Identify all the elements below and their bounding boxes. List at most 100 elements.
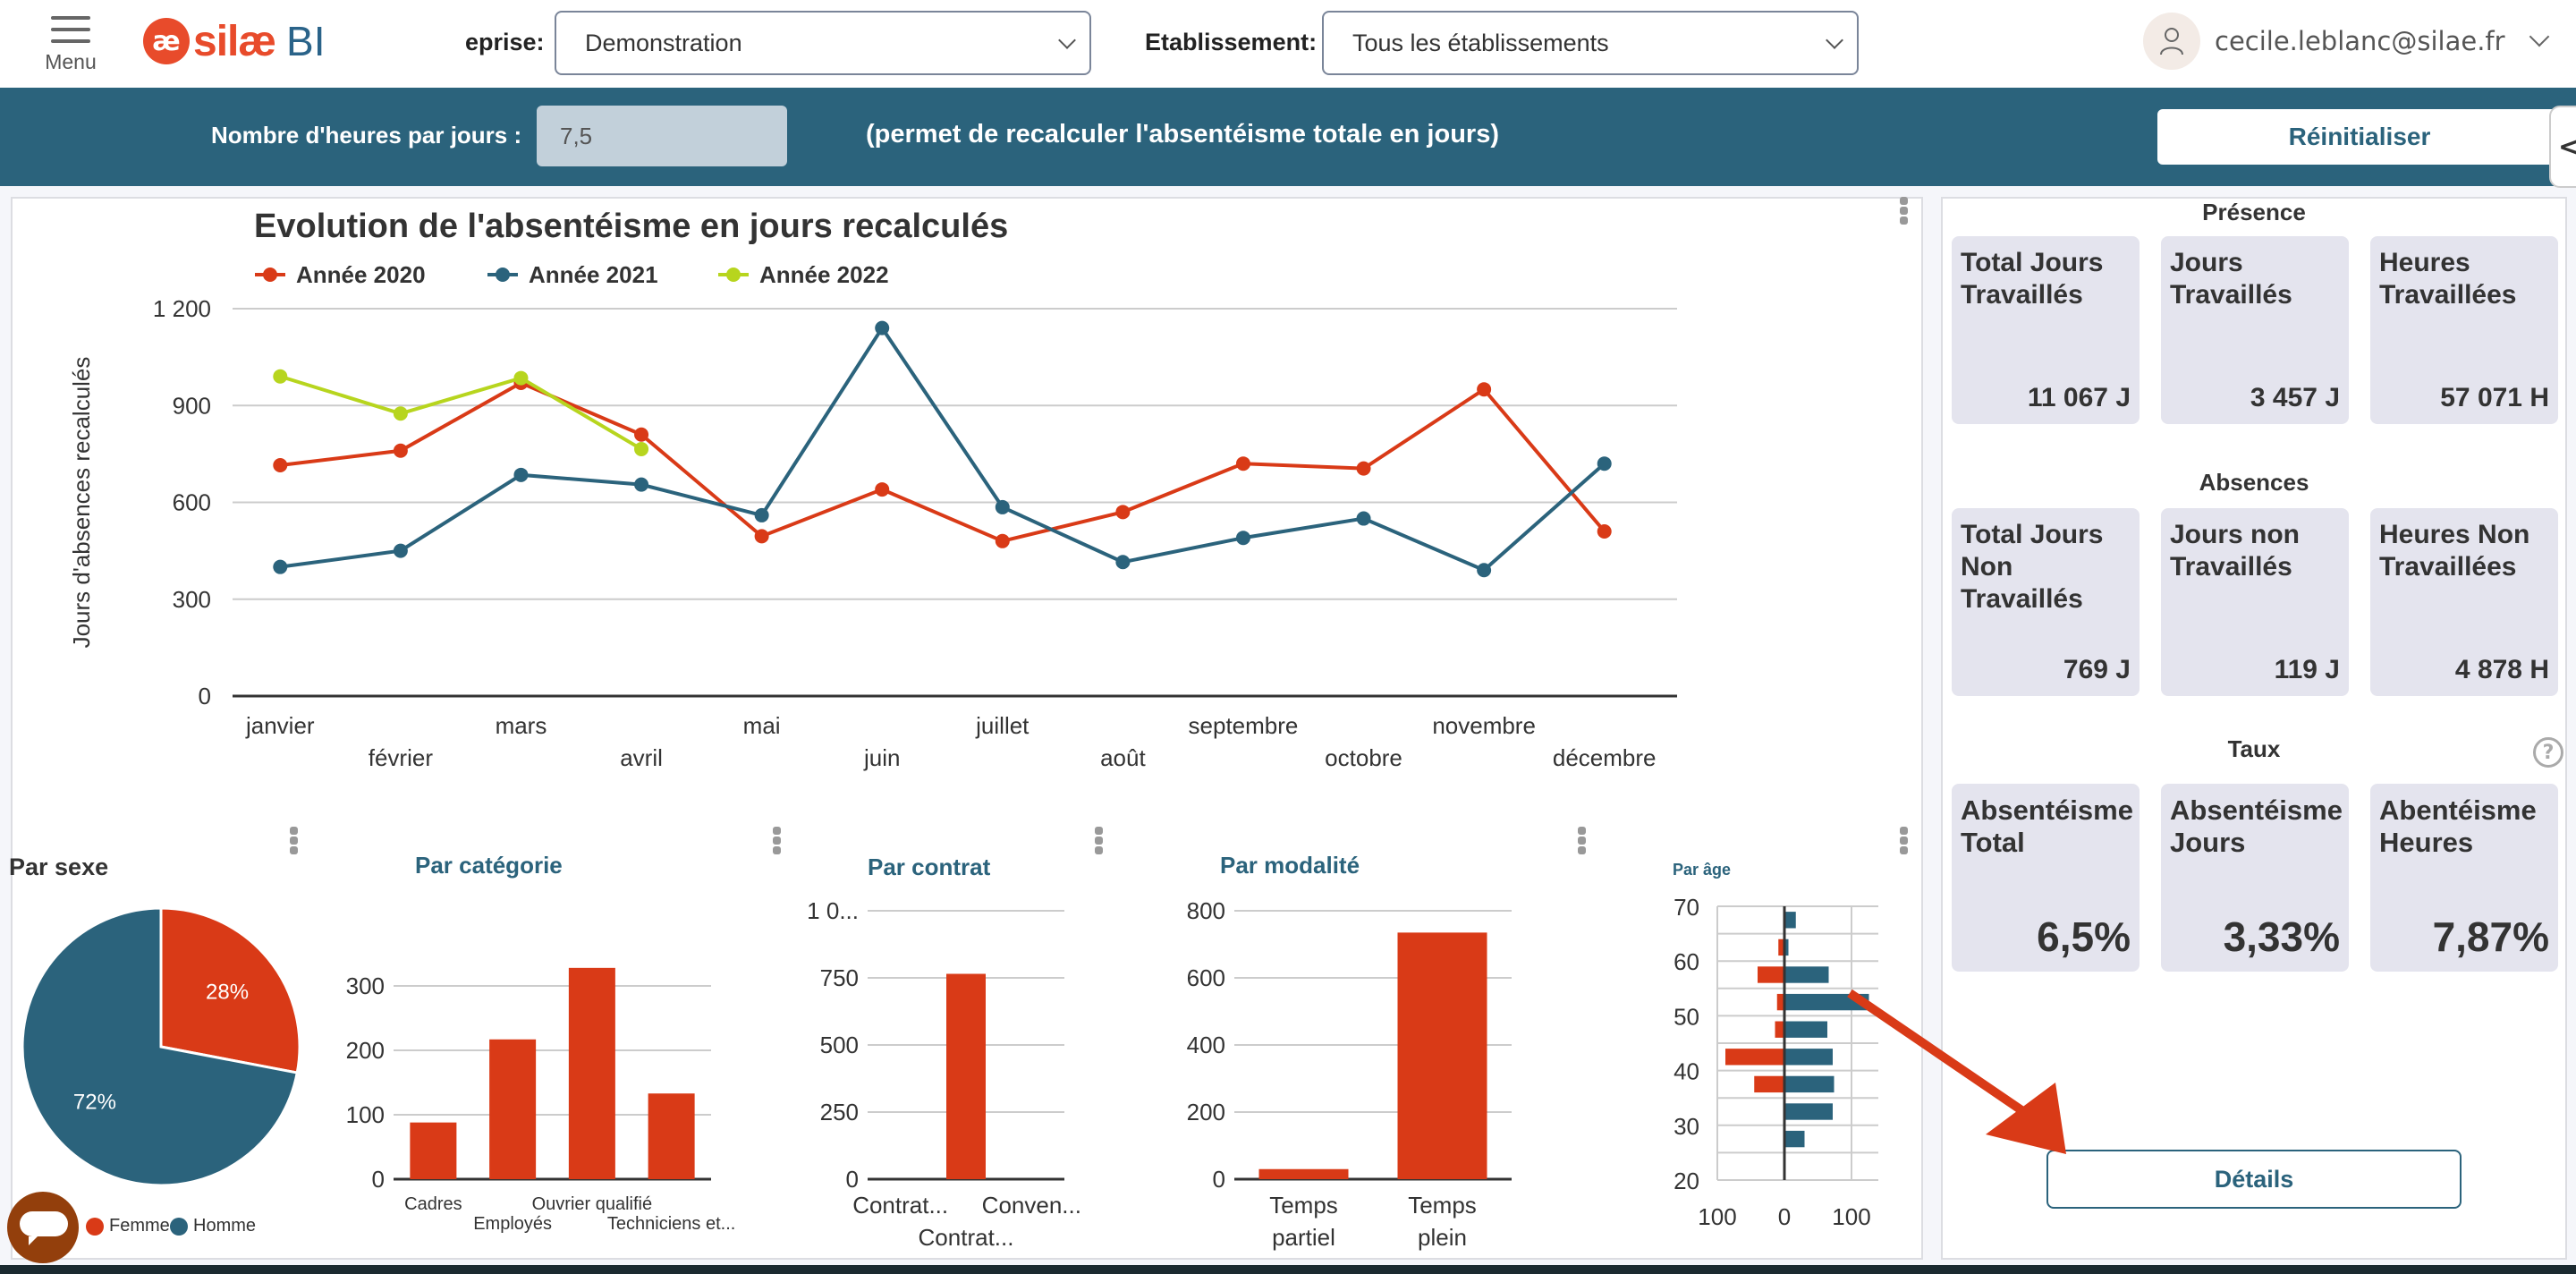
company-select[interactable]: Demonstration	[555, 11, 1091, 75]
contract-chart-options-icon[interactable]	[1095, 827, 1104, 855]
x-tick-label: mars	[496, 712, 547, 739]
bar	[946, 973, 986, 1179]
x-tick-label: avril	[620, 744, 663, 771]
bar-femme	[1725, 1049, 1784, 1066]
x-tick-label: Temps	[1408, 1192, 1477, 1219]
logo-word: silæ	[193, 17, 276, 65]
kpi-value: 3 457 J	[2250, 383, 2340, 412]
contract-bar-chart: 0 250 500 750 1 0... Contrat... Contrat... Conv…	[807, 897, 1081, 1251]
y-tick-label: 800	[1187, 897, 1225, 924]
kpi-value: 769 J	[2063, 655, 2131, 684]
help-icon[interactable]: ?	[2533, 737, 2563, 768]
establishment-select[interactable]: Tous les établissements	[1322, 11, 1859, 75]
x-tick-label: Cadres	[404, 1194, 462, 1214]
x-tick-label: septembre	[1189, 712, 1299, 739]
bar-homme	[1784, 993, 1869, 1011]
bar-homme	[1784, 1103, 1833, 1120]
data-point	[995, 533, 1010, 548]
pie-slice-label: 72%	[73, 1090, 116, 1114]
chevron-down-icon	[1058, 31, 1076, 49]
logo: æ silæ BI	[143, 14, 326, 68]
kpi-label: Heures Travaillées	[2379, 248, 2517, 310]
kpi-value: 4 878 H	[2454, 655, 2549, 684]
absences-title: Absences	[2199, 469, 2309, 496]
user-icon	[2160, 28, 2183, 55]
bar	[489, 1039, 537, 1179]
kpi-value: 11 067 J	[2027, 383, 2131, 412]
y-tick-label: 400	[1187, 1032, 1225, 1058]
data-point	[513, 467, 529, 482]
y-tick-label: 0	[846, 1166, 859, 1193]
bar	[1258, 1168, 1349, 1179]
x-tick-label: juin	[863, 744, 900, 771]
kpi-value: 3,33%	[2223, 913, 2340, 960]
data-point	[1597, 523, 1612, 539]
y-tick-label: 900	[173, 392, 211, 419]
x-tick-label: plein	[1418, 1224, 1467, 1251]
hamburger-icon	[51, 16, 90, 43]
y-tick-label: 200	[1187, 1099, 1225, 1125]
data-point	[1115, 505, 1131, 520]
y-tick-label: 30	[1674, 1113, 1699, 1140]
category-chart-options-icon[interactable]	[773, 827, 782, 855]
data-point	[1235, 531, 1250, 546]
user-menu[interactable]: cecile.leblanc@silae.fr	[2143, 13, 2549, 70]
y-tick-label: 600	[1187, 964, 1225, 991]
modality-chart-options-icon[interactable]	[1578, 827, 1587, 855]
bar-homme	[1784, 1021, 1827, 1038]
details-button[interactable]: Détails	[2046, 1150, 2462, 1209]
legend-label-0: Année 2020	[296, 261, 426, 288]
y-tick-label: 300	[173, 586, 211, 613]
age-chart-options-icon[interactable]	[1900, 827, 1909, 855]
data-point	[875, 320, 890, 335]
pie-chart-options-icon[interactable]	[290, 827, 299, 855]
line-chart-title: Evolution de l'absentéisme en jours reca…	[254, 208, 1009, 245]
x-tick-label: Conven...	[982, 1192, 1081, 1219]
y-tick-label: 0	[372, 1166, 385, 1193]
bar-homme	[1784, 1049, 1833, 1066]
legend-label-2: Année 2022	[759, 261, 889, 288]
legend-marker-1	[496, 268, 510, 282]
logo-product: BI	[286, 18, 326, 64]
line-chart-options-icon[interactable]	[1900, 197, 1909, 225]
y-tick-label: 250	[820, 1099, 859, 1125]
establishment-label: Etablissement:	[1145, 29, 1318, 55]
bar-homme	[1784, 912, 1796, 929]
y-tick-label: 0	[1213, 1166, 1225, 1193]
company-label: eprise:	[465, 29, 545, 55]
x-tick-label: Techniciens et...	[607, 1214, 735, 1234]
pie-slice-label: 28%	[206, 981, 249, 1005]
y-tick-label: 200	[346, 1037, 385, 1064]
menu-button[interactable]: Menu	[39, 13, 102, 77]
reset-button[interactable]: Réinitialiser	[2157, 109, 2562, 165]
kpi-absenteisme-heures: Abentéisme Heures 7,87%	[2370, 784, 2558, 972]
chat-icon	[20, 1211, 68, 1236]
kpi-label: Total Jours Travaillés	[1961, 248, 2104, 310]
hours-per-day-input[interactable]	[537, 106, 787, 166]
data-point	[1356, 511, 1371, 526]
y-tick-label: 70	[1674, 894, 1699, 921]
y-tick-label: 1 0...	[807, 897, 859, 924]
menu-label: Menu	[45, 50, 97, 73]
kpi-heures-non-travaillees: Heures Non Travaillées 4 878 H	[2370, 508, 2558, 696]
chevron-down-icon	[2529, 26, 2549, 47]
legend-homme-dot	[170, 1217, 188, 1236]
data-point	[754, 529, 769, 544]
legend-marker-0	[263, 268, 277, 282]
data-point	[995, 499, 1010, 514]
age-pyramid-chart: 20 30 40 50 60 70 100 0 100	[1674, 894, 1878, 1230]
kpi-label: Jours Travaillés	[2170, 248, 2292, 310]
x-tick-label: Ouvrier qualifié	[532, 1194, 653, 1214]
data-point	[875, 482, 890, 497]
data-point	[1477, 563, 1492, 578]
collapse-panel-button[interactable]: <	[2549, 106, 2576, 188]
x-tick-label: décembre	[1553, 744, 1657, 771]
y-tick-label: 750	[820, 964, 859, 991]
chat-button[interactable]	[7, 1192, 79, 1263]
data-point	[1597, 456, 1612, 471]
kpi-label: Absentéisme Total	[1961, 794, 2133, 858]
kpi-heures-travaillees: Heures Travaillées 57 071 H	[2370, 236, 2558, 424]
data-point	[1115, 555, 1131, 570]
y-tick-label: 0	[199, 683, 211, 709]
data-point	[1356, 461, 1371, 476]
